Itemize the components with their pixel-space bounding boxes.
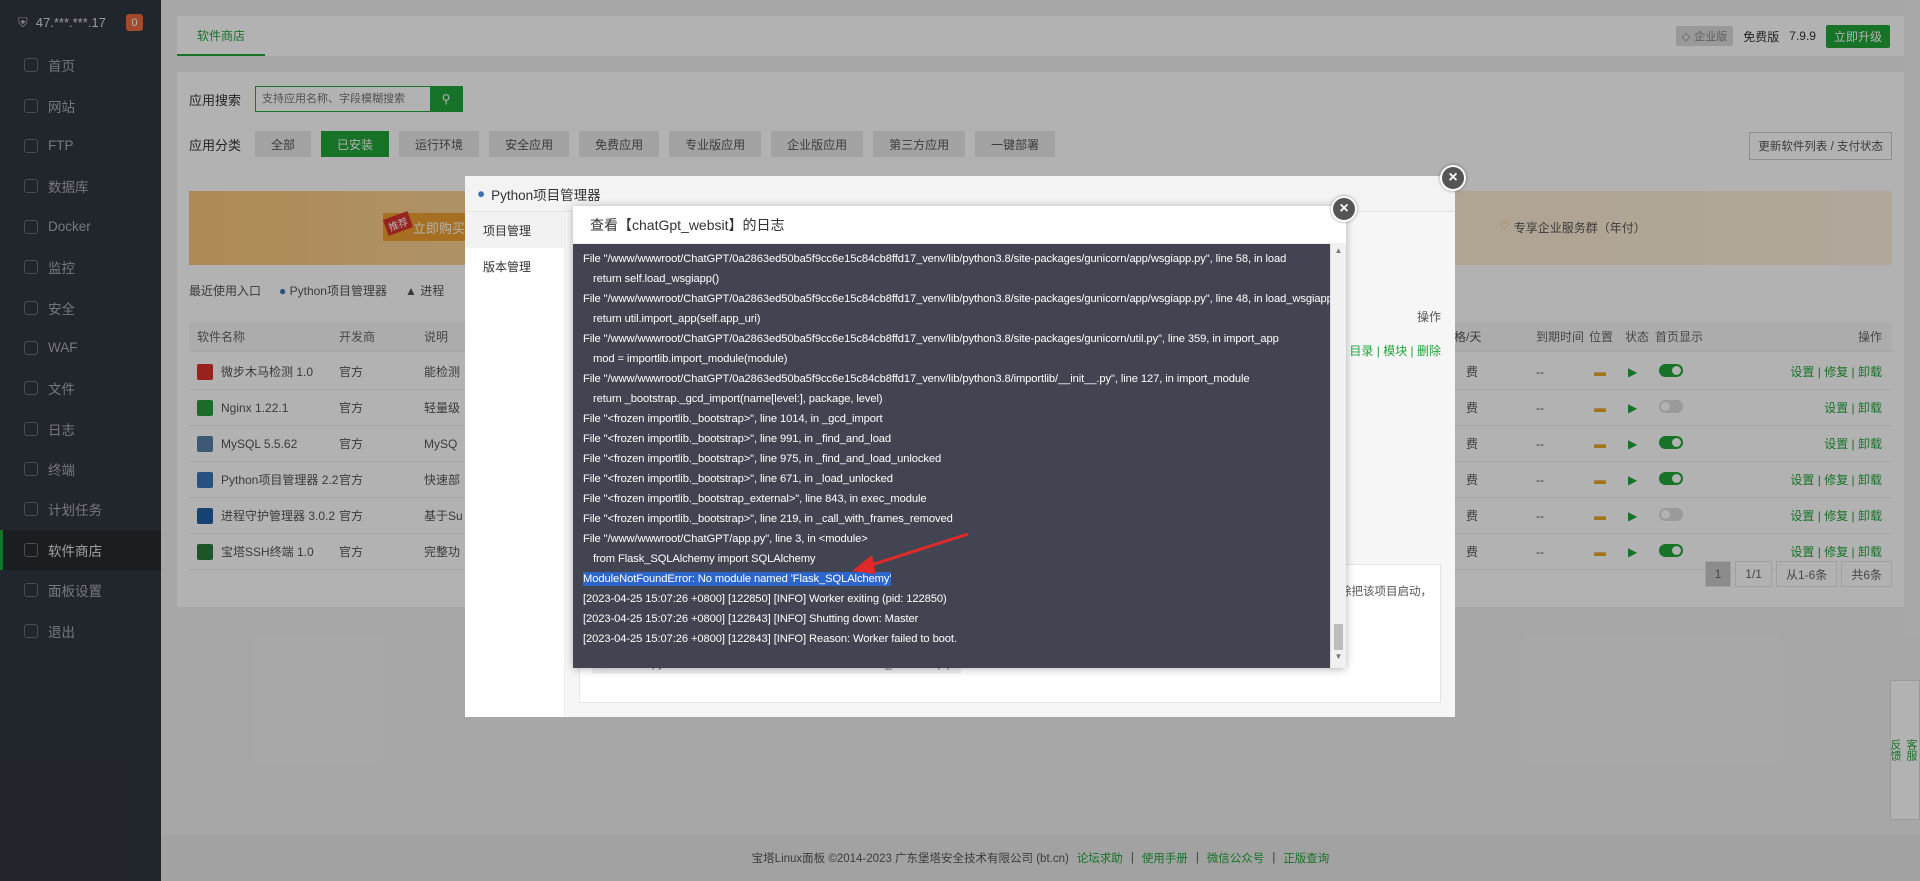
scroll-up-icon[interactable]: ▲	[1331, 246, 1346, 260]
log-line: File "/www/wwwroot/ChatGPT/0a2863ed50ba5…	[583, 329, 1346, 349]
python-icon: ●	[477, 186, 486, 201]
log-line: return self.load_wsgiapp()	[583, 269, 1346, 289]
log-line: File "<frozen importlib._bootstrap>", li…	[583, 509, 1346, 529]
log-text: File "<frozen importlib._bootstrap_exter…	[583, 493, 927, 505]
log-text: File "<frozen importlib._bootstrap>", li…	[583, 433, 892, 445]
log-dialog-title: 查看【chatGpt_websit】的日志	[573, 206, 1346, 244]
log-text: File "/www/wwwroot/ChatGPT/0a2863ed50ba5…	[583, 293, 1333, 305]
log-text: return util.import_app(self.app_uri)	[593, 313, 761, 325]
log-text: [2023-04-25 15:07:26 +0800] [122850] [IN…	[583, 593, 947, 605]
log-line: [2023-04-25 15:07:26 +0800] [122843] [IN…	[583, 609, 1346, 629]
log-line: File "<frozen importlib._bootstrap>", li…	[583, 429, 1346, 449]
log-text: mod = importlib.import_module(module)	[593, 353, 788, 365]
log-line-error-highlight: ModuleNotFoundError: No module named 'Fl…	[583, 569, 1346, 589]
log-text: File "<frozen importlib._bootstrap>", li…	[583, 453, 942, 465]
log-line: File "/www/wwwroot/ChatGPT/0a2863ed50ba5…	[583, 249, 1346, 269]
log-text: [2023-04-25 15:07:26 +0800] [122843] [IN…	[583, 613, 919, 625]
log-line: [2023-04-25 15:07:26 +0800] [122850] [IN…	[583, 589, 1346, 609]
log-text: File "/www/wwwroot/ChatGPT/0a2863ed50ba5…	[583, 373, 1250, 385]
log-text: File "/www/wwwroot/ChatGPT/0a2863ed50ba5…	[583, 333, 1279, 345]
log-text: File "/www/wwwroot/ChatGPT/0a2863ed50ba5…	[583, 253, 1287, 265]
log-text: File "<frozen importlib._bootstrap>", li…	[583, 513, 953, 525]
log-line: File "/www/wwwroot/ChatGPT/0a2863ed50ba5…	[583, 369, 1346, 389]
log-text: File "<frozen importlib._bootstrap>", li…	[583, 473, 893, 485]
log-text: File "<frozen importlib._bootstrap>", li…	[583, 413, 883, 425]
log-text: return _bootstrap._gcd_import(name[level…	[593, 393, 883, 405]
log-text: [2023-04-25 15:07:26 +0800] [122843] [IN…	[583, 633, 957, 645]
log-line: File "/www/wwwroot/ChatGPT/0a2863ed50ba5…	[583, 289, 1346, 309]
log-line: mod = importlib.import_module(module)	[583, 349, 1346, 369]
close-icon: ×	[1448, 169, 1458, 186]
log-content[interactable]: File "/www/wwwroot/ChatGPT/0a2863ed50ba5…	[573, 244, 1346, 668]
log-line: File "<frozen importlib._bootstrap>", li…	[583, 409, 1346, 429]
menu-version-management[interactable]: 版本管理	[465, 248, 564, 284]
log-text: return self.load_wsgiapp()	[593, 273, 720, 285]
scroll-thumb[interactable]	[1334, 624, 1343, 650]
log-dialog: 查看【chatGpt_websit】的日志 File "/www/wwwroot…	[573, 206, 1346, 668]
python-dialog-close-button[interactable]: ×	[1440, 165, 1466, 191]
log-line: File "<frozen importlib._bootstrap>", li…	[583, 469, 1346, 489]
log-text: from Flask_SQLAlchemy import SQLAlchemy	[593, 553, 816, 565]
log-scrollbar[interactable]: ▲ ▼	[1330, 244, 1346, 668]
log-dialog-close-button[interactable]: ×	[1331, 196, 1357, 222]
log-line: return util.import_app(self.app_uri)	[583, 309, 1346, 329]
py-op-header: 操作	[1416, 310, 1441, 324]
py-row-actions[interactable]: 目录 | 模块 | 删除	[1349, 342, 1441, 359]
close-icon: ×	[1339, 200, 1349, 217]
menu-project-management[interactable]: 项目管理	[465, 212, 564, 248]
scroll-down-icon[interactable]: ▼	[1331, 652, 1346, 666]
log-line: File "/www/wwwroot/ChatGPT/app.py", line…	[583, 529, 1346, 549]
log-line: from Flask_SQLAlchemy import SQLAlchemy	[583, 549, 1346, 569]
log-line: return _bootstrap._gcd_import(name[level…	[583, 389, 1346, 409]
log-line: [2023-04-25 15:07:26 +0800] [122843] [IN…	[583, 629, 1346, 649]
python-dialog-menu: 项目管理 版本管理	[465, 212, 565, 717]
log-text: File "/www/wwwroot/ChatGPT/app.py", line…	[583, 533, 868, 545]
py-note: 除把该项目启动，	[1340, 586, 1432, 598]
log-line: File "<frozen importlib._bootstrap>", li…	[583, 449, 1346, 469]
python-dialog-title: Python项目管理器	[491, 187, 601, 203]
log-line: File "<frozen importlib._bootstrap_exter…	[583, 489, 1346, 509]
log-text: ModuleNotFoundError: No module named 'Fl…	[583, 572, 892, 586]
